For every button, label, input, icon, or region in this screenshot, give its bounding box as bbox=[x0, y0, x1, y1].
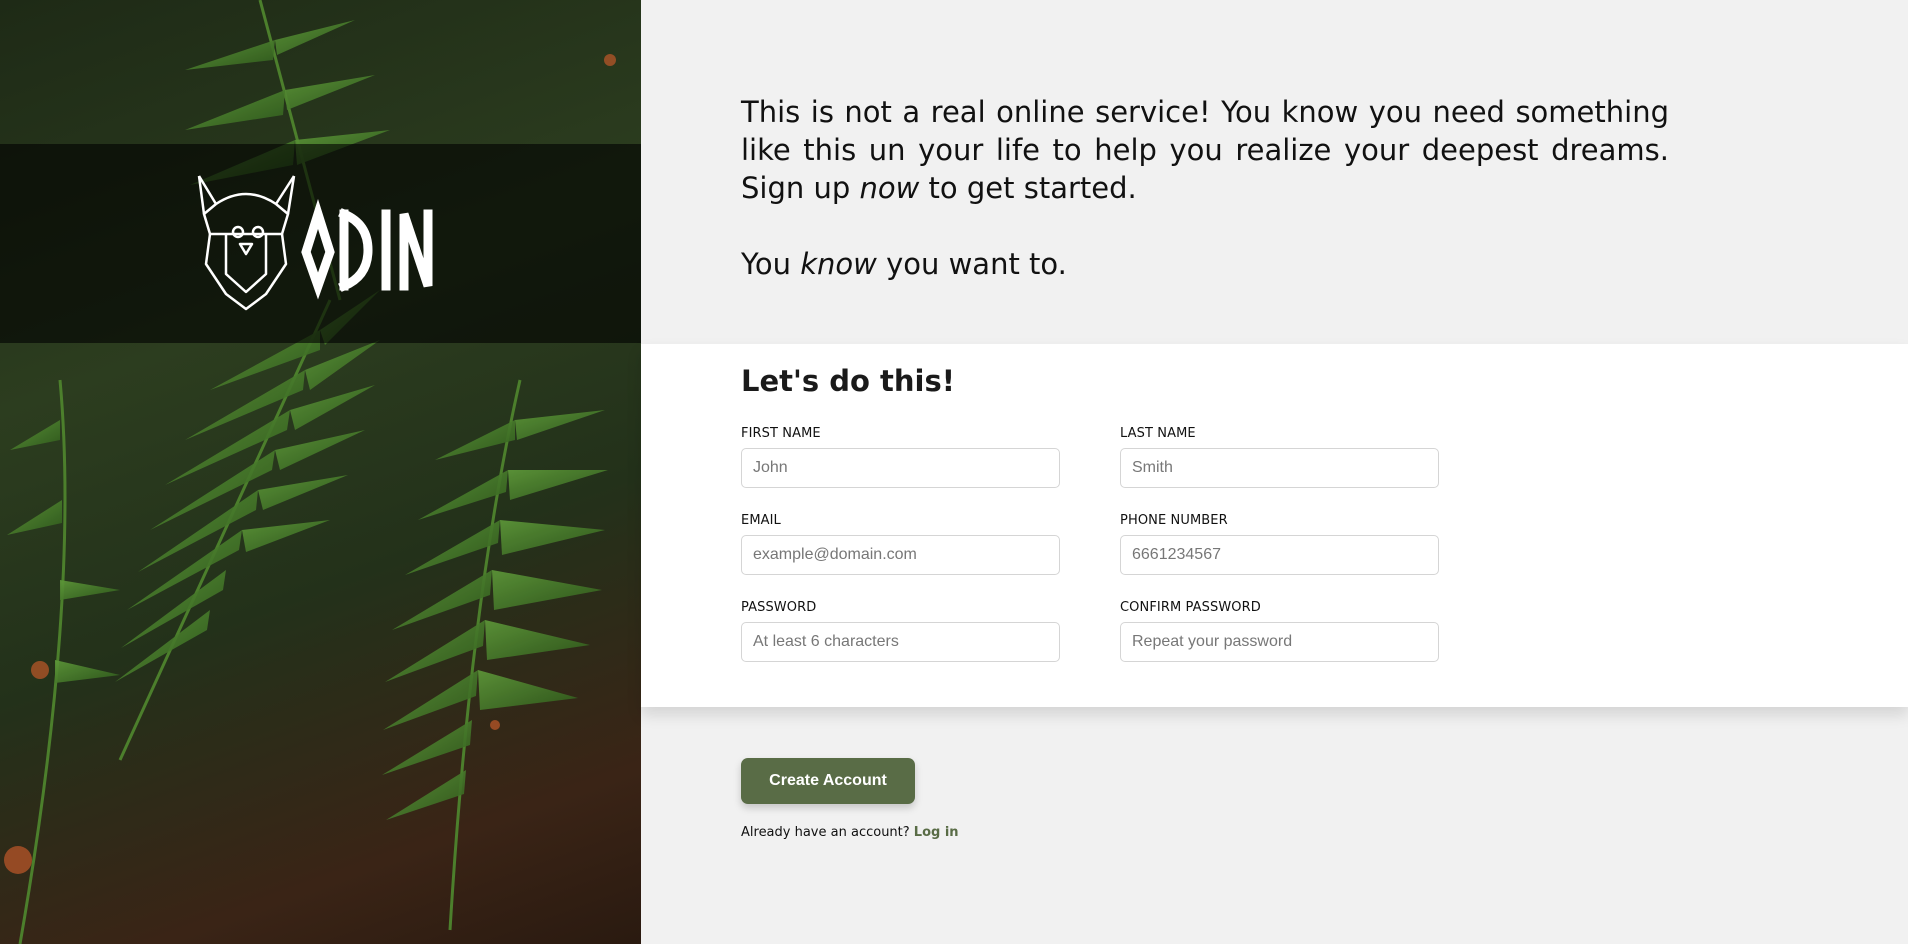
intro-text-part: You bbox=[741, 247, 801, 281]
first-name-label: FIRST NAME bbox=[741, 426, 821, 441]
login-link[interactable]: Log in bbox=[914, 825, 959, 840]
confirm-password-input[interactable] bbox=[1120, 622, 1439, 662]
confirm-password-group: CONFIRM PASSWORD bbox=[1120, 600, 1439, 662]
intro-paragraph-1: This is not a real online service! You k… bbox=[741, 93, 1669, 207]
email-group: EMAIL bbox=[741, 513, 1060, 575]
login-prompt-text: Already have an account? bbox=[741, 825, 914, 840]
login-prompt: Already have an account? Log in bbox=[741, 825, 959, 840]
phone-label: PHONE NUMBER bbox=[1120, 513, 1228, 528]
last-name-group: LAST NAME bbox=[1120, 426, 1439, 488]
email-input[interactable] bbox=[741, 535, 1060, 575]
intro-text-part: to get started. bbox=[919, 171, 1137, 205]
email-label: EMAIL bbox=[741, 513, 781, 528]
confirm-password-label: CONFIRM PASSWORD bbox=[1120, 600, 1261, 615]
password-label: PASSWORD bbox=[741, 600, 817, 615]
first-name-input[interactable] bbox=[741, 448, 1060, 488]
first-name-group: FIRST NAME bbox=[741, 426, 1060, 488]
intro-emphasis-now: now bbox=[859, 171, 920, 205]
odin-logo-icon bbox=[197, 175, 433, 311]
hero-fern-image bbox=[0, 0, 641, 944]
signup-form-panel: Let's do this! FIRST NAME LAST NAME EMAI… bbox=[641, 344, 1908, 707]
phone-input[interactable] bbox=[1120, 535, 1439, 575]
intro-text-part: you want to. bbox=[876, 247, 1067, 281]
intro-emphasis-know: know bbox=[800, 247, 877, 281]
last-name-label: LAST NAME bbox=[1120, 426, 1196, 441]
password-group: PASSWORD bbox=[741, 600, 1060, 662]
phone-group: PHONE NUMBER bbox=[1120, 513, 1439, 575]
fern-background-illustration bbox=[4, 0, 616, 944]
last-name-input[interactable] bbox=[1120, 448, 1439, 488]
signup-content: This is not a real online service! You k… bbox=[641, 0, 1908, 944]
form-title: Let's do this! bbox=[741, 364, 955, 398]
password-input[interactable] bbox=[741, 622, 1060, 662]
intro-paragraph-2: You know you want to. bbox=[741, 245, 1669, 283]
intro-text: This is not a real online service! You k… bbox=[741, 93, 1669, 321]
create-account-button[interactable]: Create Account bbox=[741, 758, 915, 804]
